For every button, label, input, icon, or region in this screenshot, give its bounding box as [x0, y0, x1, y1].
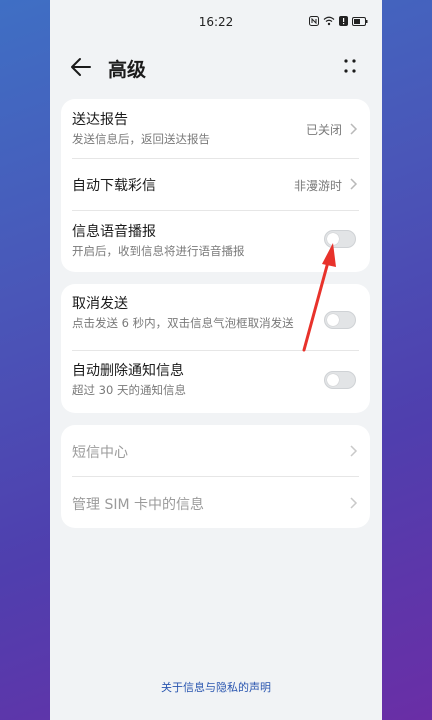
alert-icon — [339, 16, 348, 26]
auto-download-mms-value: 非漫游时 — [293, 179, 342, 193]
settings-card-sending: 取消发送 点击发送 6 秒内，双击信息气泡框取消发送 自动删除通知信息 超过 3… — [61, 284, 370, 413]
settings-card-sim: 短信中心 管理 SIM 卡中的信息 — [61, 425, 370, 528]
undo-send-title: 取消发送 — [72, 296, 128, 312]
undo-send-subtitle: 点击发送 6 秒内，双击信息气泡框取消发送 — [72, 316, 294, 330]
sms-center-title: 短信中心 — [72, 445, 128, 461]
status-icons — [309, 16, 368, 26]
auto-delete-notifications-title: 自动删除通知信息 — [72, 363, 184, 379]
setting-auto-delete-notifications: 自动删除通知信息 超过 30 天的通知信息 — [61, 351, 370, 413]
setting-delivery-report[interactable]: 送达报告 发送信息后，返回送达报告 已关闭 — [61, 99, 370, 158]
auto-delete-notifications-subtitle: 超过 30 天的通知信息 — [72, 383, 186, 397]
toggle-knob — [327, 314, 339, 326]
setting-undo-send: 取消发送 点击发送 6 秒内，双击信息气泡框取消发送 — [61, 284, 370, 350]
chevron-right-icon — [350, 497, 358, 509]
setting-auto-download-mms[interactable]: 自动下载彩信 非漫游时 — [61, 159, 370, 210]
nfc-icon — [309, 16, 319, 26]
more-icon[interactable] — [340, 56, 360, 76]
auto-download-mms-title: 自动下载彩信 — [72, 178, 156, 194]
status-bar: 16:22 — [50, 0, 382, 44]
privacy-statement-link[interactable]: 关于信息与隐私的声明 — [50, 679, 382, 695]
voice-broadcast-toggle[interactable] — [324, 230, 356, 248]
auto-delete-notifications-toggle[interactable] — [324, 371, 356, 389]
app-bar: 高级 — [50, 44, 382, 88]
delivery-report-subtitle: 发送信息后，返回送达报告 — [72, 132, 210, 146]
setting-sms-center[interactable]: 短信中心 — [61, 425, 370, 476]
toggle-knob — [327, 374, 339, 386]
settings-card-messaging: 送达报告 发送信息后，返回送达报告 已关闭 自动下载彩信 非漫游时 信息语音播报… — [61, 99, 370, 272]
delivery-report-value: 已关闭 — [305, 123, 342, 137]
page-title: 高级 — [108, 59, 147, 81]
chevron-right-icon — [350, 178, 358, 190]
phone-screen: 16:22 高级 送达报告 发送信息后，返回送达报告 已关闭 自动下载彩信 非漫… — [50, 0, 382, 720]
chevron-right-icon — [350, 445, 358, 457]
toggle-knob — [327, 233, 339, 245]
chevron-right-icon — [350, 123, 358, 135]
setting-voice-broadcast: 信息语音播报 开启后，收到信息将进行语音播报 — [61, 211, 370, 272]
back-arrow-icon[interactable] — [68, 54, 94, 80]
voice-broadcast-title: 信息语音播报 — [72, 224, 156, 240]
delivery-report-title: 送达报告 — [72, 112, 128, 128]
manage-sim-title: 管理 SIM 卡中的信息 — [72, 497, 204, 513]
undo-send-toggle[interactable] — [324, 311, 356, 329]
voice-broadcast-subtitle: 开启后，收到信息将进行语音播报 — [72, 244, 245, 258]
battery-icon — [352, 16, 368, 26]
setting-manage-sim[interactable]: 管理 SIM 卡中的信息 — [61, 477, 370, 528]
wifi-icon — [323, 16, 335, 26]
